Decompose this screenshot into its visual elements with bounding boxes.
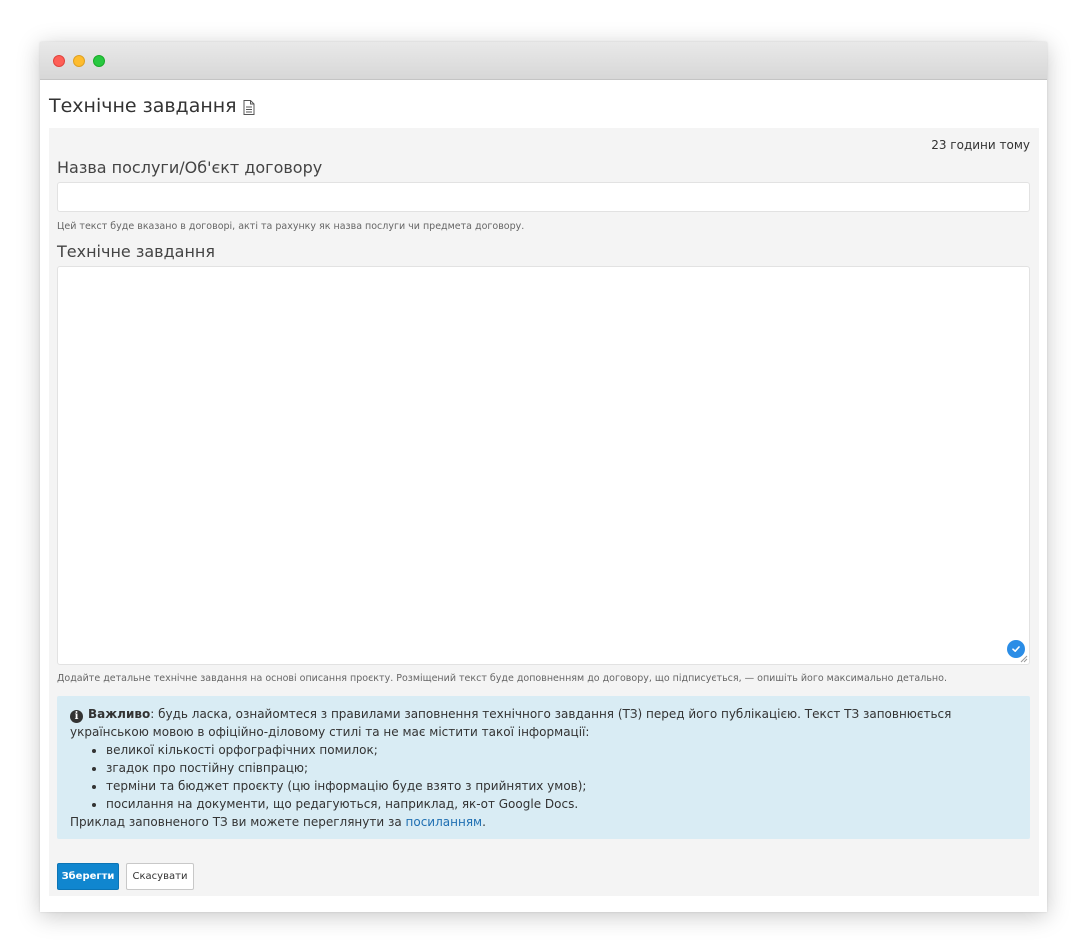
page-title-text: Технічне завдання bbox=[49, 95, 237, 117]
example-link[interactable]: посиланням bbox=[406, 815, 483, 829]
important-notice: i Важливо: будь ласка, ознайомтеся з прав… bbox=[57, 696, 1030, 839]
service-name-help-text: Цей текст буде вказано в договорі, акті … bbox=[57, 221, 525, 232]
notice-title: Важливо bbox=[88, 707, 151, 721]
service-name-input[interactable] bbox=[57, 182, 1030, 212]
last-updated-text: 23 години тому bbox=[931, 138, 1030, 152]
info-icon: i bbox=[70, 710, 83, 723]
notice-footer: Приклад заповненого ТЗ ви можете перегля… bbox=[70, 813, 1017, 831]
notice-list-item: терміни та бюджет проєкту (цю інформацію… bbox=[106, 777, 1017, 795]
notice-footer-end: . bbox=[482, 815, 486, 829]
notice-intro-text: : будь ласка, ознайомтеся з правилами за… bbox=[70, 707, 952, 739]
spec-label: Технічне завдання bbox=[57, 242, 215, 261]
notice-list-item: посилання на документи, що редагуються, … bbox=[106, 795, 1017, 813]
close-window-button[interactable] bbox=[53, 55, 65, 67]
document-icon bbox=[243, 100, 255, 115]
page-title: Технічне завдання bbox=[49, 95, 255, 117]
notice-list-item: великої кількості орфографічних помилок; bbox=[106, 741, 1017, 759]
resize-handle-icon[interactable] bbox=[1020, 655, 1028, 663]
save-button[interactable]: Зберегти bbox=[57, 863, 119, 890]
service-name-label: Назва послуги/Об'єкт договору bbox=[57, 158, 323, 177]
browser-window: Технічне завдання 23 години тому Назва п… bbox=[40, 42, 1047, 912]
notice-list-item: згадок про постійну співпрацю; bbox=[106, 759, 1017, 777]
form-panel: 23 години тому Назва послуги/Об'єкт дого… bbox=[49, 128, 1039, 896]
notice-intro: i Важливо: будь ласка, ознайомтеся з прав… bbox=[70, 705, 1017, 741]
cancel-button[interactable]: Скасувати bbox=[126, 863, 194, 890]
notice-list: великої кількості орфографічних помилок;… bbox=[106, 741, 1017, 813]
window-titlebar bbox=[40, 42, 1047, 80]
notice-footer-text: Приклад заповненого ТЗ ви можете перегля… bbox=[70, 815, 406, 829]
spec-help-text: Додайте детальне технічне завдання на ос… bbox=[57, 673, 947, 684]
minimize-window-button[interactable] bbox=[73, 55, 85, 67]
maximize-window-button[interactable] bbox=[93, 55, 105, 67]
spec-textarea[interactable] bbox=[57, 266, 1030, 665]
